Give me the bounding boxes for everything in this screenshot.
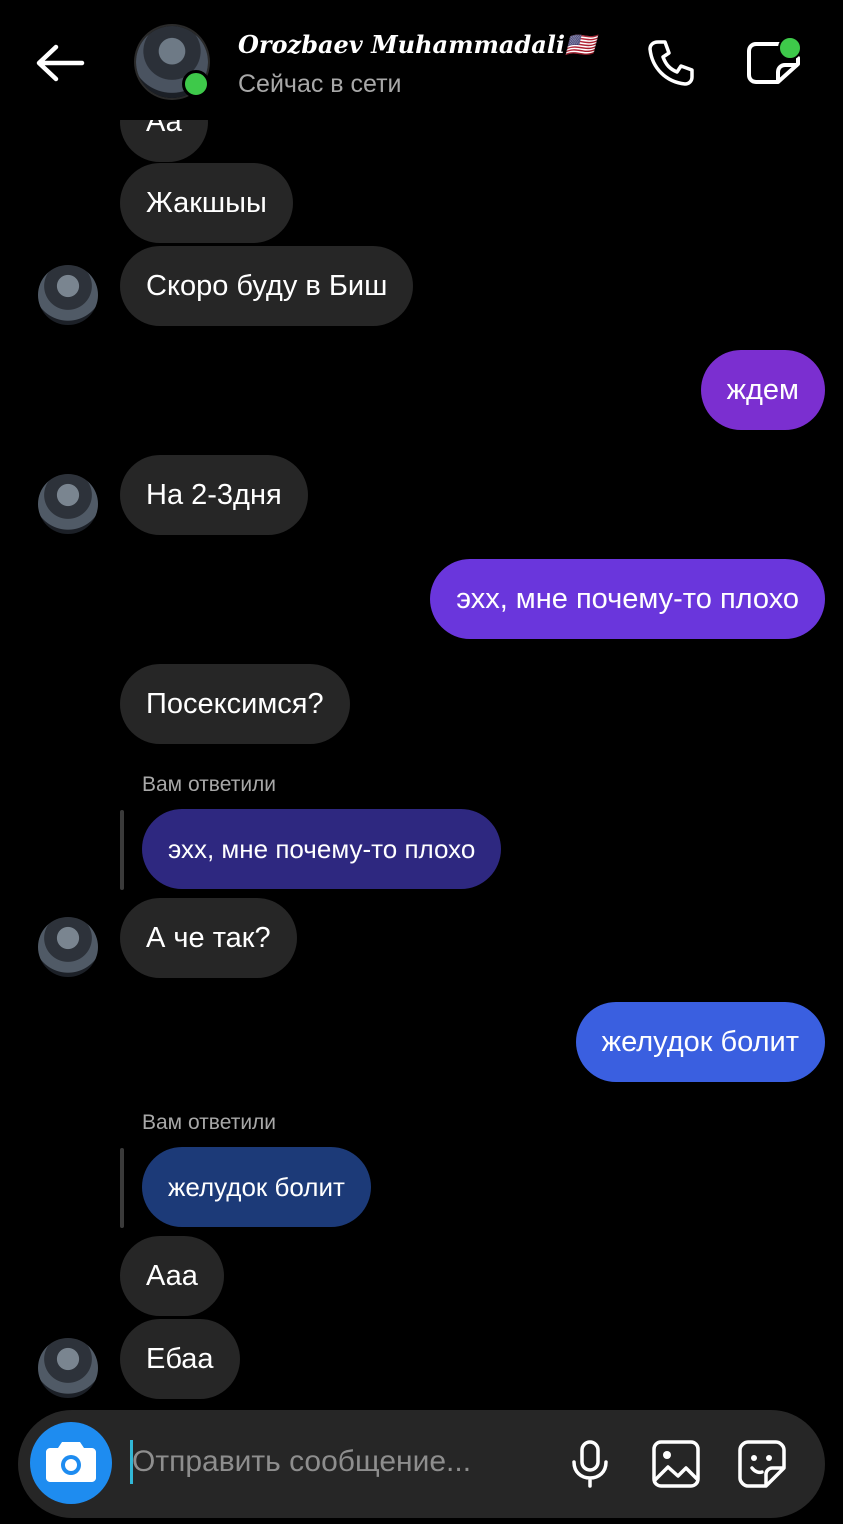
camera-icon	[46, 1442, 96, 1482]
phone-icon[interactable]	[644, 36, 698, 90]
contact-avatar[interactable]	[136, 26, 210, 98]
message-incoming[interactable]: Скоро буду в Биш	[120, 246, 414, 326]
online-indicator	[182, 70, 210, 98]
video-online-indicator	[778, 36, 802, 60]
message-outgoing[interactable]: желудок болит	[575, 1002, 825, 1082]
message-composer	[18, 1410, 825, 1518]
sender-avatar[interactable]	[38, 1338, 98, 1398]
reply-bar	[120, 1148, 124, 1228]
message-incoming[interactable]: А че так?	[120, 898, 297, 978]
message-incoming[interactable]: Жакшыы	[120, 163, 293, 243]
contact-status: Сейчас в сети	[238, 70, 402, 98]
camera-button[interactable]	[30, 1422, 112, 1504]
back-arrow-icon[interactable]	[30, 38, 90, 88]
sender-avatar[interactable]	[38, 474, 98, 534]
message-incoming[interactable]: На 2-3дня	[120, 455, 308, 535]
message-incoming[interactable]: Ааа	[120, 1236, 224, 1316]
sender-avatar[interactable]	[38, 917, 98, 977]
gallery-icon[interactable]	[650, 1438, 702, 1490]
message-input[interactable]	[132, 1432, 532, 1492]
contact-name[interactable]: Orozbaev Muhammadali🇺🇸	[238, 30, 595, 59]
chat-header: Orozbaev Muhammadali🇺🇸 Сейчас в сети	[0, 0, 843, 120]
microphone-icon[interactable]	[564, 1438, 616, 1490]
sender-avatar[interactable]	[38, 265, 98, 325]
message-incoming[interactable]: Посексимся?	[120, 664, 350, 744]
reply-bar	[120, 810, 124, 890]
message-outgoing[interactable]: ждем	[700, 350, 825, 430]
sticker-icon[interactable]	[736, 1438, 788, 1490]
reply-label: Вам ответили	[142, 773, 277, 796]
reply-label: Вам ответили	[142, 1111, 277, 1134]
reply-quote[interactable]: желудок болит	[142, 1147, 371, 1227]
message-outgoing[interactable]: эхх, мне почему-то плохо	[430, 559, 825, 639]
message-incoming[interactable]: Ебаа	[120, 1319, 240, 1399]
reply-quote[interactable]: эхх, мне почему-то плохо	[142, 809, 502, 889]
